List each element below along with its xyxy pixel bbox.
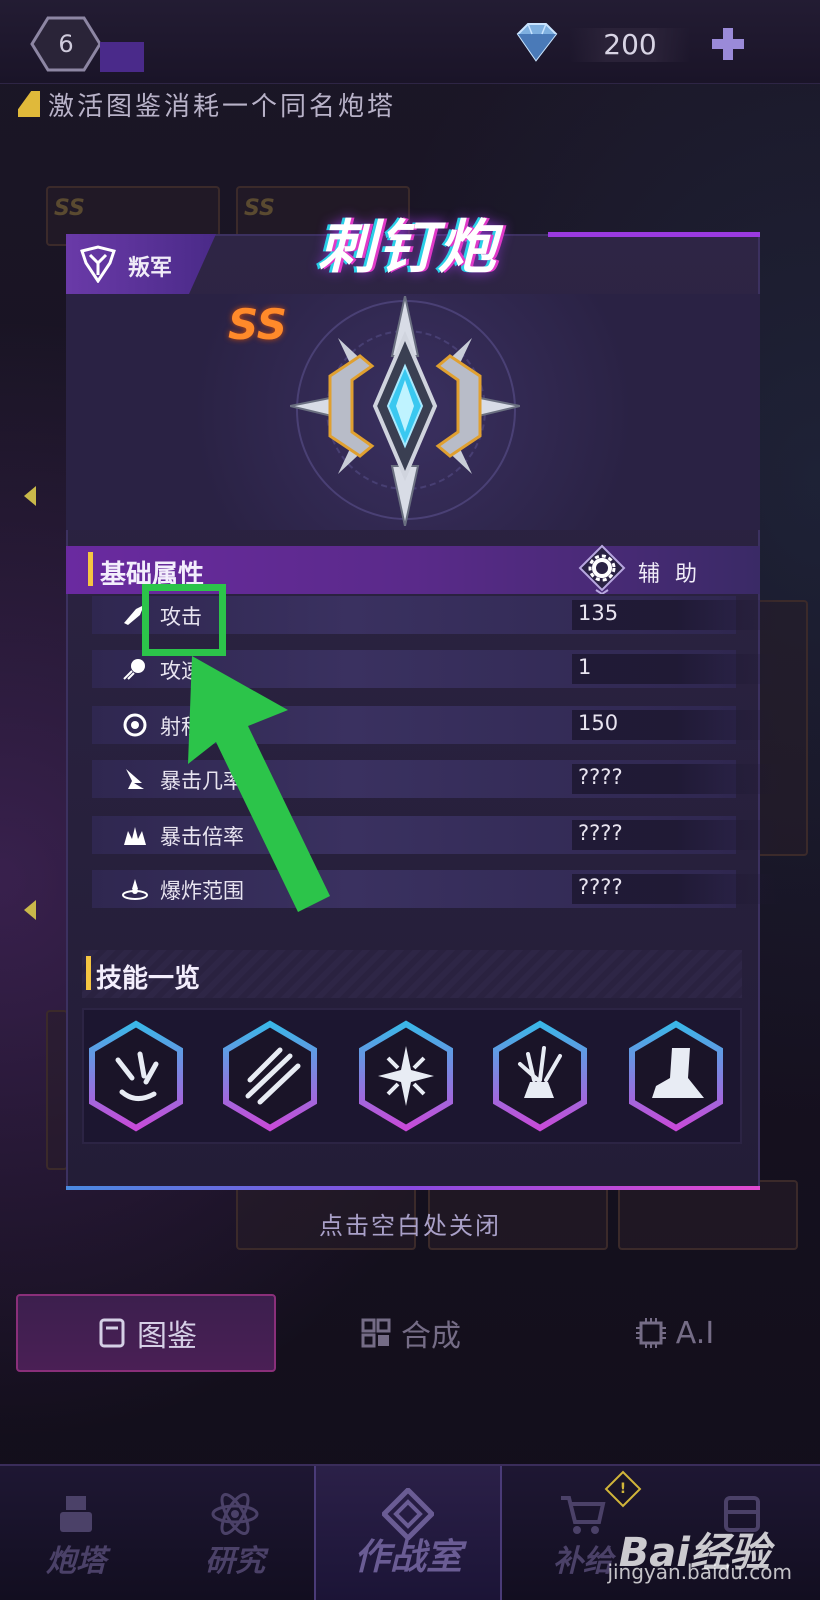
stat-value-bg [572, 654, 782, 684]
nav-war-room[interactable]: 作战室 [314, 1466, 502, 1600]
turret-title: 刺钉炮 [318, 213, 499, 281]
stat-value: 135 [578, 601, 619, 625]
highlight-box [142, 584, 226, 656]
diamond-icon [516, 23, 558, 62]
spikes-skill-icon[interactable] [220, 1020, 320, 1132]
baidu-watermark: Bai经验 jingyan.baidu.com [600, 1502, 800, 1592]
watermark-url: jingyan.baidu.com [607, 1560, 792, 1584]
starburst-skill-icon[interactable] [356, 1020, 456, 1132]
tab-label: 合成 [401, 1319, 461, 1354]
claw-skill-icon[interactable] [86, 1020, 186, 1132]
tab-label: A.I [675, 1315, 715, 1351]
stat-value: ???? [578, 765, 623, 789]
bundle-skill-icon[interactable] [490, 1020, 590, 1132]
modal-top-accent [548, 232, 760, 237]
add-gems-button[interactable] [708, 24, 748, 64]
nav-label: 研究 [205, 1544, 265, 1579]
level-number: 6 [58, 30, 74, 58]
stat-value: 150 [578, 711, 619, 735]
crit-rate-icon [126, 769, 144, 789]
synthesis-icon [361, 1318, 391, 1348]
left-arrow-icon [24, 486, 36, 506]
bottom-nav: 炮塔 研究 作战室 ! 补给 Bai经验 jingyan.baidu.com [0, 1464, 820, 1600]
support-gear-icon [578, 544, 626, 594]
grade-badge: SS [228, 300, 288, 349]
role-label: 辅 助 [638, 562, 701, 587]
notice-text: 激活图鉴消耗一个同名炮塔 [48, 91, 397, 122]
attack-speed-icon [123, 659, 145, 680]
stat-value: 1 [578, 655, 592, 679]
tab-synthesis[interactable]: 合成 [280, 1294, 540, 1372]
crit-multiplier-icon [124, 827, 146, 845]
explosion-range-icon [122, 879, 148, 900]
level-progress [100, 42, 144, 72]
notice-icon [18, 91, 40, 117]
stat-value: ???? [578, 821, 623, 845]
nav-label: 作战室 [353, 1537, 462, 1578]
atom-icon [211, 1493, 259, 1535]
nav-turret[interactable]: 炮塔 [0, 1466, 152, 1600]
notice-bar: 激活图鉴消耗一个同名炮塔 [18, 86, 396, 122]
tab-row: 图鉴 合成 A.I [16, 1294, 806, 1372]
nav-research[interactable]: 研究 [160, 1466, 310, 1600]
modal-bottom-accent [66, 1186, 760, 1190]
gem-count: 200 [570, 28, 690, 62]
tab-label: 图鉴 [137, 1319, 197, 1354]
tab-codex[interactable]: 图鉴 [16, 1294, 276, 1372]
spike-turret-emblem-icon [290, 296, 520, 526]
alert-badge-text: ! [619, 1481, 627, 1497]
tab-ai[interactable]: A.I [544, 1294, 804, 1372]
level-badge[interactable]: 6 [30, 16, 102, 72]
ai-chip-icon [635, 1318, 666, 1348]
background-grade-icon: SS [54, 196, 85, 221]
stat-value: ???? [578, 875, 623, 899]
left-arrow-icon [24, 900, 36, 920]
close-hint[interactable]: 点击空白处关闭 [0, 1206, 820, 1241]
section-marker [88, 552, 93, 586]
faction-label: 叛军 [128, 256, 173, 281]
range-icon [123, 713, 147, 737]
green-arrow-icon [188, 656, 330, 912]
section-marker [86, 956, 91, 990]
nav-label: 炮塔 [46, 1544, 106, 1579]
background-grade-icon: SS [244, 196, 275, 221]
rebel-faction-icon [80, 245, 116, 283]
spike-boot-skill-icon[interactable] [626, 1020, 726, 1132]
top-bar: 6 200 [0, 0, 820, 84]
background-card [46, 1010, 68, 1170]
turret-icon [60, 1496, 92, 1532]
skills-title: 技能一览 [96, 964, 201, 994]
codex-icon [99, 1318, 125, 1348]
